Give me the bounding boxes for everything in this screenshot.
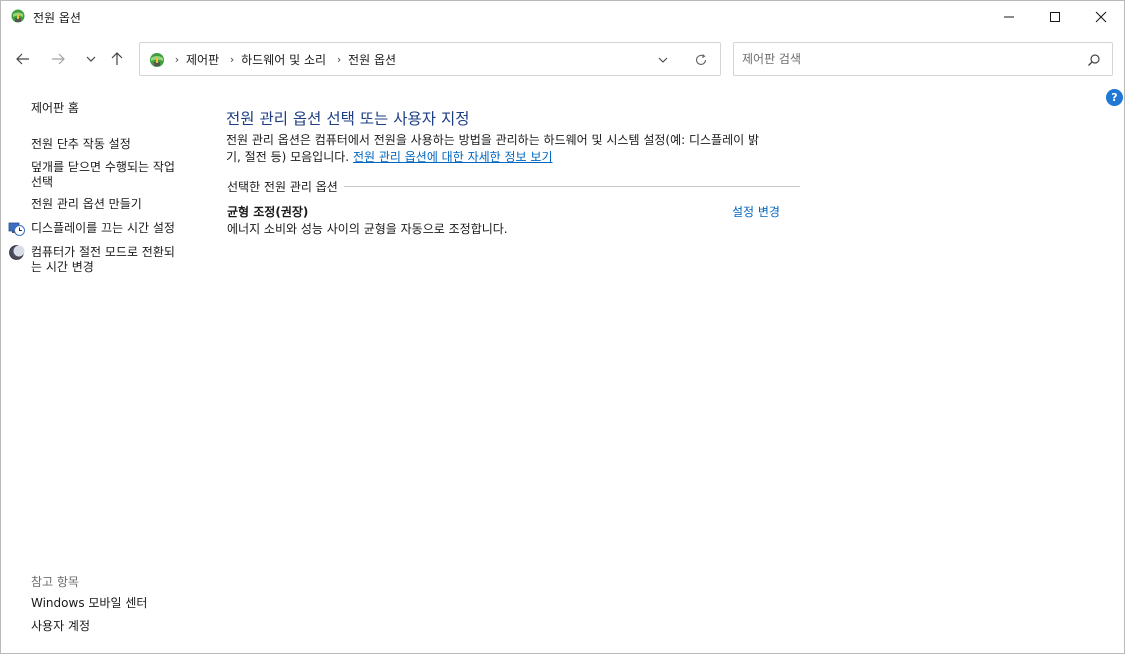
description-text: 전원 관리 옵션은 컴퓨터에서 전원을 사용하는 방법을 관리하는 하드웨어 및… [226,133,760,147]
navigation-bar: › 제어판 › 하드웨어 및 소리 › 전원 옵션 [1,37,1124,81]
refresh-button[interactable] [692,51,710,69]
minimize-icon [1004,16,1014,17]
plan-description: 에너지 소비와 성능 사이의 균형을 자동으로 조정합니다. [227,222,508,236]
power-options-window: 전원 옵션 › 제어판 › 하드웨어 및 소리 › 전원 옵션 제어판 검색 제… [0,0,1125,654]
description-text: 기, 절전 등) 모음입니다. [226,149,350,164]
close-button[interactable] [1078,1,1124,32]
up-button[interactable] [105,47,129,71]
power-options-app-icon [11,9,25,23]
help-icon: ? [1111,91,1118,104]
sidebar-item-sleep-time[interactable]: 컴퓨터가 절전 모드로 전환되 는 시간 변경 [31,245,175,275]
plan-name: 균형 조정(권장) [227,205,309,219]
breadcrumb-item-hardware-sound[interactable]: 하드웨어 및 소리 [239,51,332,68]
breadcrumb-item-control-panel[interactable]: 제어판 [184,51,225,68]
maximize-icon [1050,11,1060,22]
breadcrumb-item-power-options[interactable]: 전원 옵션 [346,51,402,68]
arrow-up-icon [111,52,123,65]
sidebar-item-label: 선택 [31,175,54,189]
minimize-button[interactable] [986,1,1032,32]
search-box[interactable] [733,42,1113,76]
breadcrumb: › 제어판 › 하드웨어 및 소리 › 전원 옵션 [170,43,402,75]
back-button[interactable] [11,47,35,71]
address-dropdown-button[interactable] [655,52,671,68]
window-title: 전원 옵션 [33,11,81,25]
search-button[interactable] [1086,52,1102,68]
arrow-right-icon [52,53,65,65]
close-icon [1095,11,1107,22]
maximize-button[interactable] [1032,1,1078,32]
breadcrumb-separator-icon[interactable]: › [225,53,239,66]
more-info-link[interactable]: 전원 관리 옵션에 대한 자세한 정보 보기 [353,150,553,164]
sidebar-item-lid-close[interactable]: 덮개를 닫으면 수행되는 작업 선택 [31,160,175,190]
chevron-down-icon [86,56,96,62]
arrow-left-icon [16,53,29,65]
refresh-icon [695,54,707,65]
forward-button[interactable] [46,47,70,71]
sidebar-item-display-off-time[interactable]: 디스플레이를 끄는 시간 설정 [31,221,175,236]
change-plan-settings-link[interactable]: 설정 변경 [732,203,780,220]
section-heading: 선택한 전원 관리 옵션 [227,178,344,195]
search-icon [1088,54,1100,66]
chevron-down-icon [658,57,668,63]
see-also-heading: 참고 항목 [31,575,79,589]
sidebar-item-label: 덮개를 닫으면 수행되는 작업 [31,160,175,174]
sidebar-item-label: 전원 단추 작동 설정 [31,137,131,151]
sidebar-item-create-plan[interactable]: 전원 관리 옵션 만들기 [31,197,142,212]
display-clock-icon [8,222,25,236]
address-bar[interactable]: › 제어판 › 하드웨어 및 소리 › 전원 옵션 [139,42,721,76]
search-input[interactable] [742,50,1072,68]
user-accounts-link[interactable]: 사용자 계정 [31,619,90,634]
help-button[interactable]: ? [1106,89,1123,106]
breadcrumb-separator-icon[interactable]: › [170,53,184,66]
sidebar-item-label: 컴퓨터가 절전 모드로 전환되 [31,245,175,259]
control-panel-icon [150,53,164,67]
sidebar-item-power-button[interactable]: 전원 단추 작동 설정 [31,137,131,152]
sidebar-item-label: 전원 관리 옵션 만들기 [31,197,142,211]
windows-mobility-center-link[interactable]: Windows 모바일 센터 [31,596,147,611]
moon-icon [9,245,25,260]
sidebar-item-label: 는 시간 변경 [31,260,94,274]
breadcrumb-separator-icon[interactable]: › [332,53,346,66]
page-title: 전원 관리 옵션 선택 또는 사용자 지정 [226,110,470,128]
recent-locations-button[interactable] [79,47,103,71]
title-bar: 전원 옵션 [1,1,1124,32]
sidebar-item-label: 디스플레이를 끄는 시간 설정 [31,221,175,235]
page-description: 전원 관리 옵션은 컴퓨터에서 전원을 사용하는 방법을 관리하는 하드웨어 및… [226,132,806,165]
control-panel-home-link[interactable]: 제어판 홈 [31,101,79,116]
